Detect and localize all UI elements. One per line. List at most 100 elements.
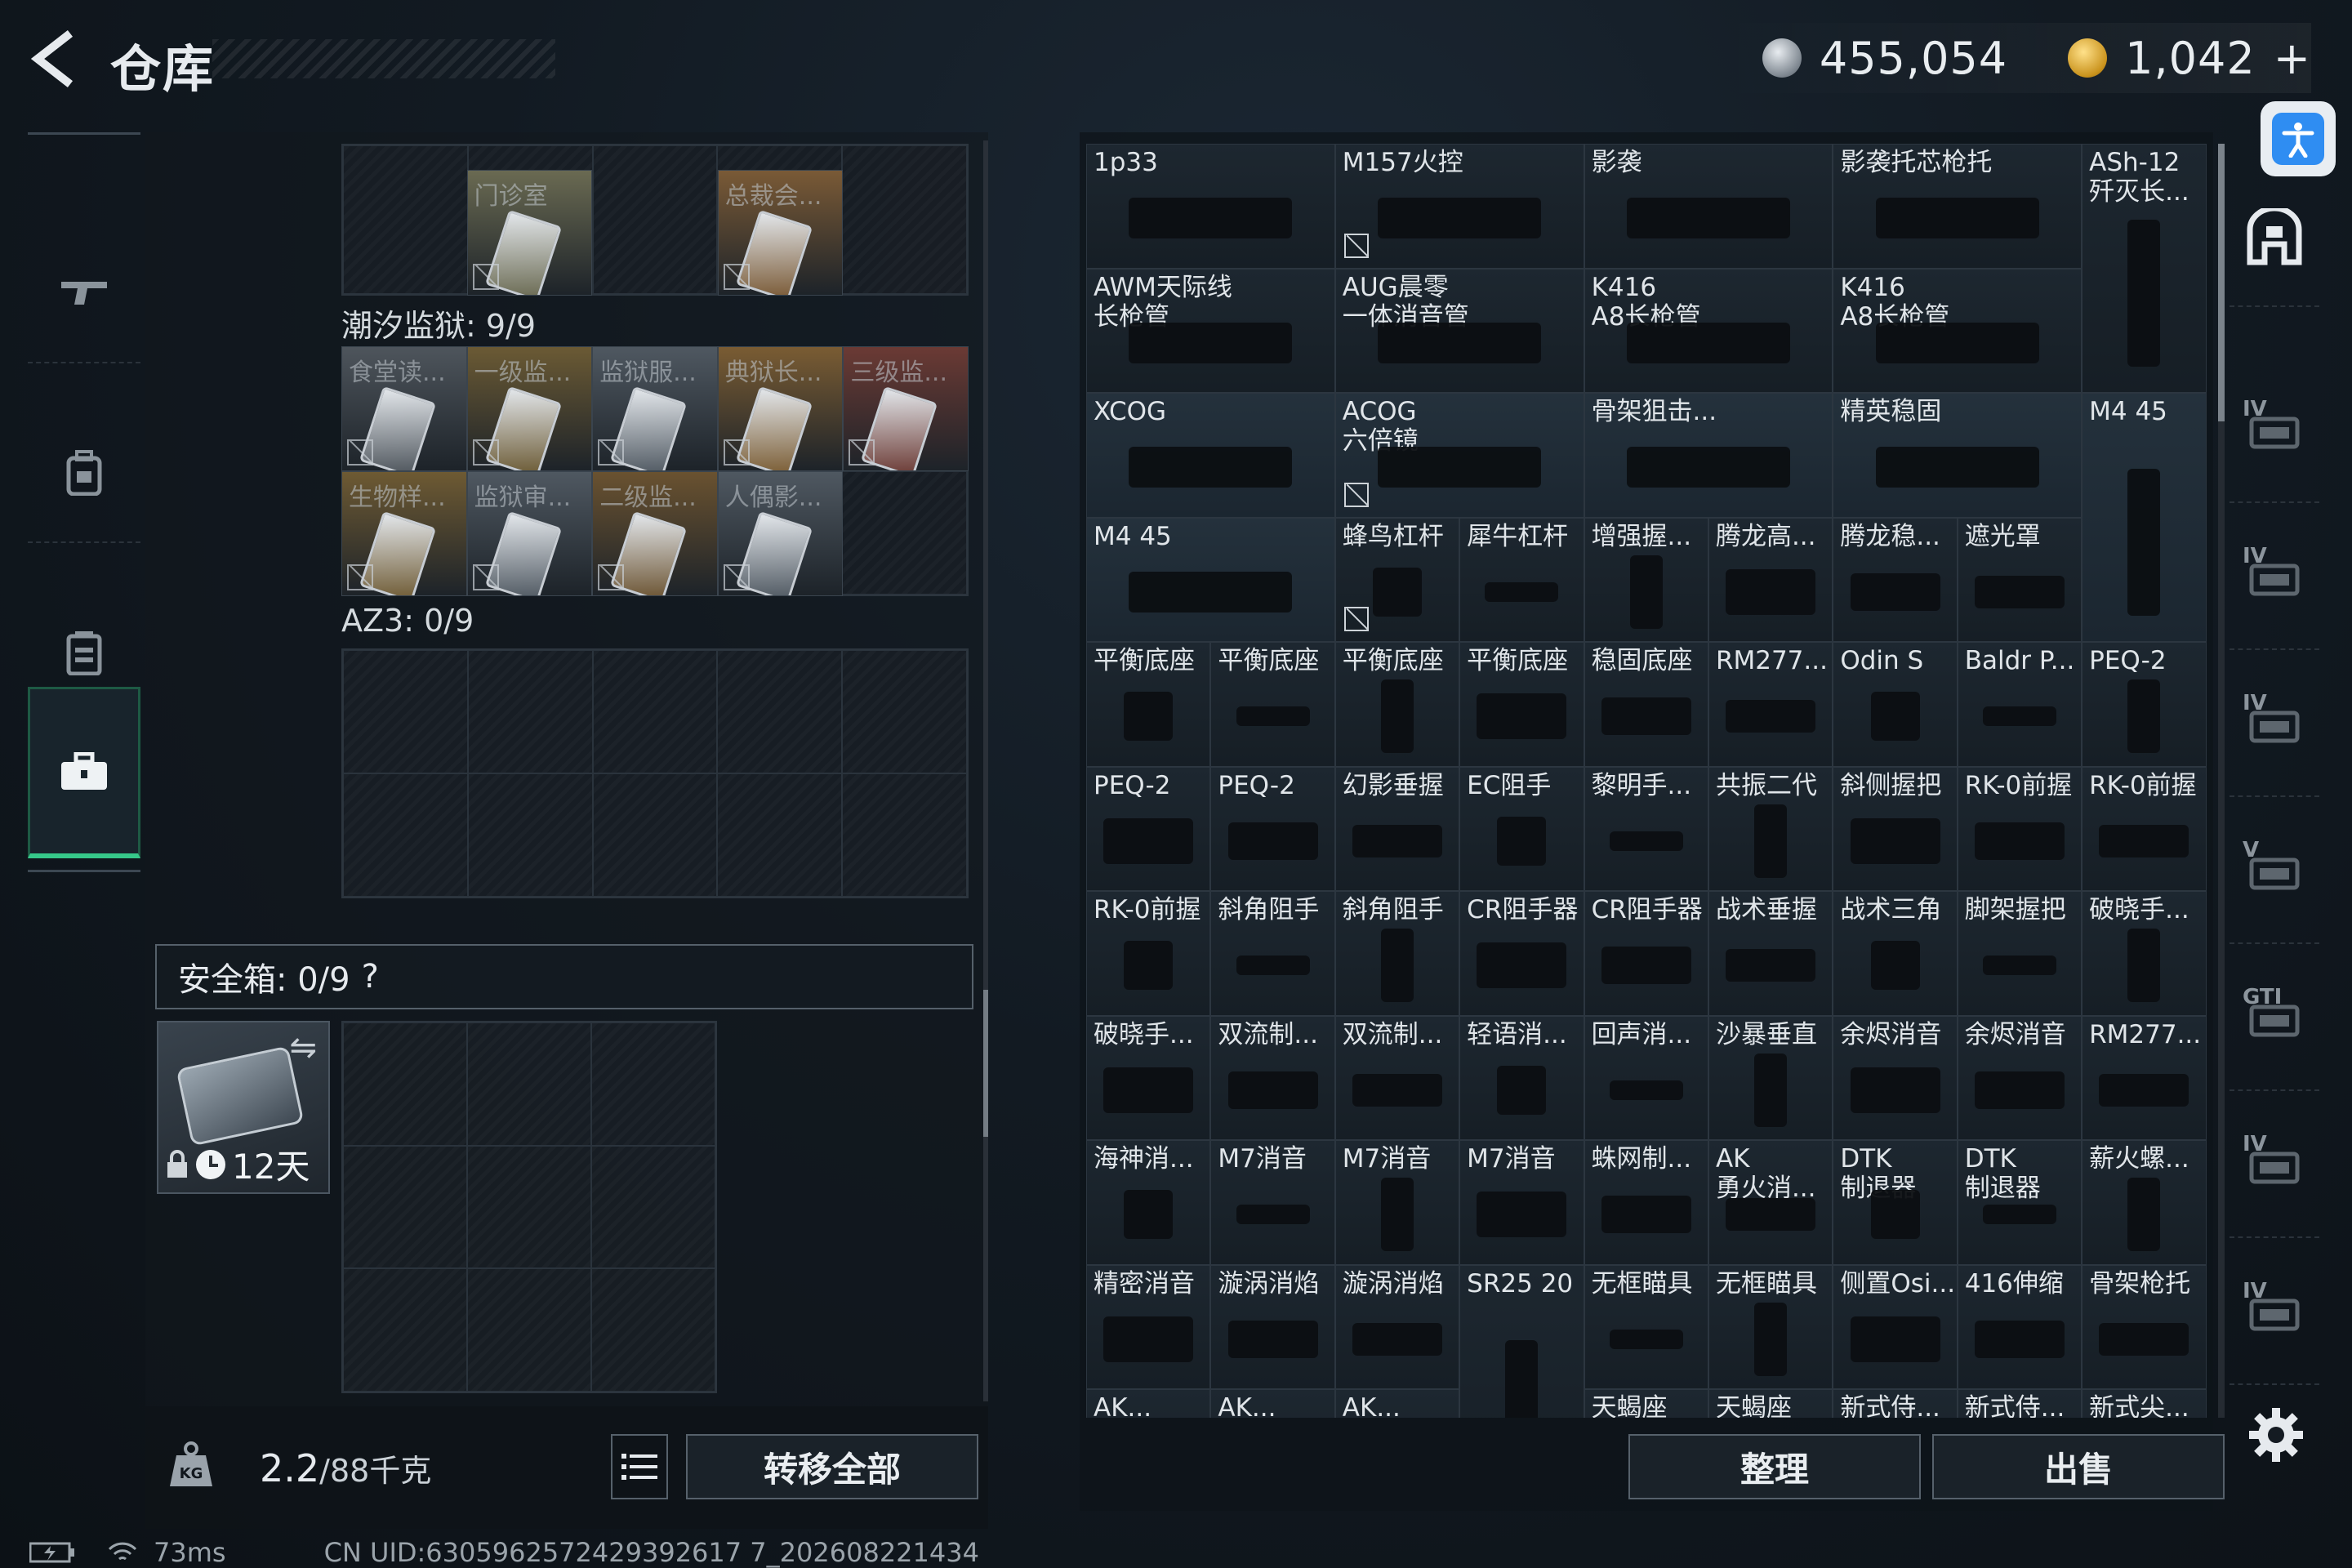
item-cell[interactable]: 海神消... [1086, 1140, 1211, 1265]
nav-backpack[interactable] [28, 404, 140, 543]
item-cell[interactable]: 平衡底座 [1459, 642, 1584, 767]
item-cell[interactable]: 影袭 [1584, 144, 1833, 269]
item-cell[interactable]: 稳固底座 [1584, 642, 1708, 767]
item-cell[interactable]: 犀牛杠杆 [1459, 517, 1584, 642]
filter-backpack-filter[interactable]: IV [2230, 658, 2319, 797]
item-cell[interactable]: AK 勇火消... [1708, 1140, 1833, 1265]
item-cell[interactable]: RK-0前握 [1086, 891, 1211, 1016]
item-cell[interactable]: AK... [1210, 1389, 1335, 1418]
item-cell[interactable]: AWM天际线 长枪管 [1086, 268, 1335, 393]
item-cell[interactable]: 1p33 [1086, 144, 1335, 269]
item-cell[interactable]: M4 45 [2082, 393, 2207, 642]
item-cell[interactable]: 蜂鸟杠杆 [1334, 517, 1460, 642]
item-cell[interactable]: 回声消... [1584, 1015, 1708, 1140]
item-cell[interactable]: EC阻手 [1459, 766, 1584, 891]
sort-button[interactable]: 整理 [1628, 1434, 1921, 1499]
help-icon[interactable]: ? [362, 958, 379, 996]
item-cell[interactable]: AK... [1086, 1389, 1211, 1418]
nav-toolbox[interactable] [28, 687, 140, 858]
keycard-item[interactable]: 一级监... [466, 346, 593, 471]
list-view-button[interactable] [611, 1434, 668, 1499]
item-cell[interactable]: M7消音 [1334, 1140, 1460, 1265]
filter-rig-filter[interactable]: V [2230, 805, 2319, 944]
filter-mod-filter[interactable]: GTI [2230, 952, 2319, 1091]
item-cell[interactable]: 蛛网制... [1584, 1140, 1708, 1265]
keycard-item[interactable]: 人偶影... [717, 471, 844, 596]
filter-helmet-filter[interactable]: IV [2230, 364, 2319, 503]
filter-home[interactable] [2230, 168, 2319, 307]
item-cell[interactable]: 漩涡消焰 [1334, 1264, 1460, 1389]
keycard-item[interactable]: 总裁会... [717, 170, 844, 296]
item-cell[interactable]: 影袭托芯枪托 [1833, 144, 2082, 269]
filter-gun-filter[interactable]: IV [2230, 1099, 2319, 1238]
item-cell[interactable]: DTK 制退器 [1833, 1140, 1958, 1265]
keycard-item[interactable]: 典狱长... [717, 346, 844, 471]
item-cell[interactable]: 斜侧握把 [1833, 766, 1958, 891]
item-cell[interactable]: 幻影垂握 [1334, 766, 1460, 891]
item-cell[interactable]: DTK 制退器 [1957, 1140, 2082, 1265]
item-cell[interactable]: 轻语消... [1459, 1015, 1584, 1140]
item-cell[interactable]: 战术三角 [1833, 891, 1958, 1016]
item-cell[interactable]: CR阻手器 [1459, 891, 1584, 1016]
accessibility-button[interactable] [2261, 101, 2336, 176]
item-cell[interactable]: 战术垂握 [1708, 891, 1833, 1016]
item-cell[interactable]: Baldr P... [1957, 642, 2082, 767]
item-cell[interactable]: XCOG [1086, 393, 1335, 518]
item-cell[interactable]: 薪火螺... [2082, 1140, 2207, 1265]
sell-button[interactable]: 出售 [1932, 1434, 2225, 1499]
item-cell[interactable]: 平衡底座 [1334, 642, 1460, 767]
swap-icon[interactable]: ⇋ [289, 1029, 317, 1067]
keycard-item[interactable]: 三级监... [843, 346, 969, 471]
item-cell[interactable]: K416 A8长枪管 [1584, 268, 1833, 393]
item-cell[interactable]: 新式侍... [1833, 1389, 1958, 1418]
item-cell[interactable]: 增强握... [1584, 517, 1708, 642]
item-cell[interactable]: M7消音 [1210, 1140, 1335, 1265]
keycard-item[interactable]: 监狱服... [592, 346, 718, 471]
item-cell[interactable]: 斜角阻手 [1210, 891, 1335, 1016]
item-cell[interactable]: 脚架握把 [1957, 891, 2082, 1016]
keycard-item[interactable]: 监狱审... [466, 471, 593, 596]
back-arrow-icon[interactable] [24, 29, 82, 88]
left-scrollbar[interactable] [983, 140, 988, 1401]
safe-box-item[interactable]: ⇋ 12天 [157, 1021, 330, 1194]
item-cell[interactable]: 无框瞄具 [1708, 1264, 1833, 1389]
item-cell[interactable]: 共振二代 [1708, 766, 1833, 891]
item-cell[interactable]: 精英稳固 [1833, 393, 2082, 518]
item-cell[interactable]: SR25 20 [1459, 1264, 1584, 1418]
right-scroll-thumb[interactable] [2218, 144, 2225, 421]
item-cell[interactable]: RK-0前握 [2082, 766, 2207, 891]
weight-icon[interactable]: KG [168, 1441, 214, 1488]
item-cell[interactable]: RM277... [1708, 642, 1833, 767]
item-cell[interactable]: 斜角阻手 [1334, 891, 1460, 1016]
right-scrollbar[interactable] [2218, 144, 2225, 1418]
item-cell[interactable]: AUG晨零 一体消音管 [1334, 268, 1584, 393]
gear-icon[interactable] [2247, 1406, 2305, 1463]
item-cell[interactable]: 双流制... [1210, 1015, 1335, 1140]
item-cell[interactable]: AK... [1334, 1389, 1460, 1418]
item-cell[interactable]: RK-0前握 [1957, 766, 2082, 891]
item-cell[interactable]: 无框瞄具 [1584, 1264, 1708, 1389]
left-scroll-thumb[interactable] [983, 990, 988, 1137]
item-cell[interactable]: 骨架狙击... [1584, 393, 1833, 518]
item-cell[interactable]: 漩涡消焰 [1210, 1264, 1335, 1389]
filter-armor-filter[interactable]: IV [2230, 511, 2319, 650]
item-cell[interactable]: 破晓手... [1086, 1015, 1211, 1140]
item-cell[interactable]: 黎明手... [1584, 766, 1708, 891]
transfer-all-button[interactable]: 转移全部 [686, 1434, 978, 1499]
item-cell[interactable]: 平衡底座 [1210, 642, 1335, 767]
item-cell[interactable]: CR阻手器 [1584, 891, 1708, 1016]
item-cell[interactable]: 腾龙稳... [1833, 517, 1958, 642]
keycard-item[interactable]: 生物样... [341, 471, 467, 596]
item-cell[interactable]: M7消音 [1459, 1140, 1584, 1265]
item-cell[interactable]: 遮光罩 [1957, 517, 2082, 642]
keycard-item[interactable]: 二级监... [592, 471, 718, 596]
item-cell[interactable]: PEQ-2 [1086, 766, 1211, 891]
item-cell[interactable]: 天蝎座 [1708, 1389, 1833, 1418]
item-cell[interactable]: ASh-12 歼灭长... [2082, 144, 2207, 393]
gold-add-button[interactable]: + [2274, 33, 2311, 84]
item-cell[interactable]: K416 A8长枪管 [1833, 268, 2082, 393]
item-cell[interactable]: PEQ-2 [2082, 642, 2207, 767]
item-cell[interactable]: 416伸缩 [1957, 1264, 2082, 1389]
item-cell[interactable]: 天蝎座 [1584, 1389, 1708, 1418]
nav-weapons[interactable] [28, 225, 140, 363]
